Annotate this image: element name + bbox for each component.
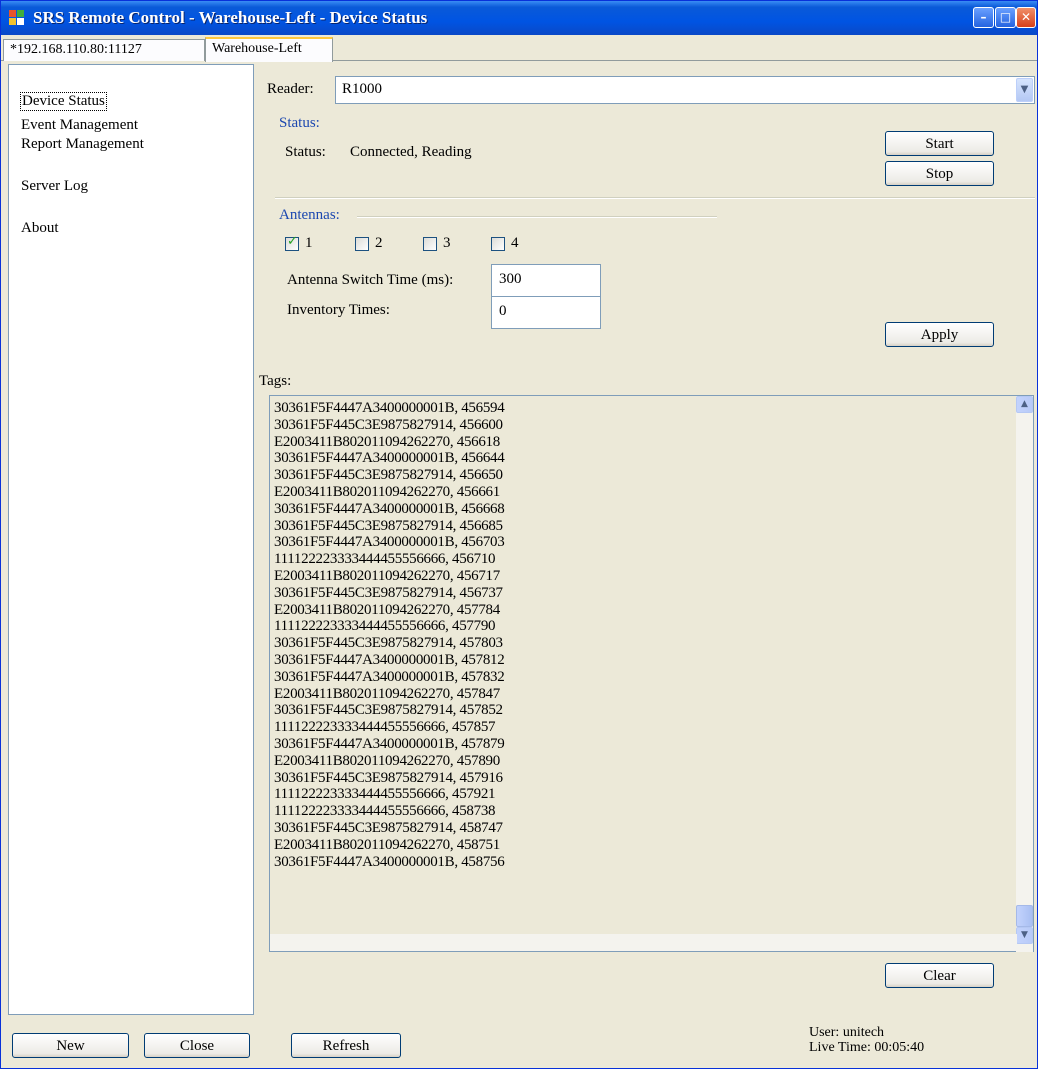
new-button[interactable]: New — [12, 1033, 129, 1058]
list-item: 30361F5F445C3E9875827914, 456600 — [274, 416, 503, 433]
antennas-section-label: Antennas: — [279, 207, 340, 223]
list-item: 111122223333444455556666, 456710 — [274, 551, 496, 568]
list-item: 30361F5F445C3E9875827914, 456685 — [274, 517, 503, 534]
session-info: User: unitech Live Time: 00:05:40 — [809, 1025, 924, 1055]
maximize-icon[interactable]: □ — [995, 7, 1016, 28]
tags-textbox[interactable]: 30361F5F4447A3400000001B, 456594 30361F5F… — [269, 395, 1034, 952]
list-item: E2003411B802011094262270, 456717 — [274, 567, 500, 584]
list-item: 30361F5F4447A3400000001B, 456644 — [274, 450, 505, 467]
start-button[interactable]: Start — [885, 131, 994, 156]
list-item: 30361F5F445C3E9875827914, 456650 — [274, 467, 503, 484]
antenna-2-label: 2 — [375, 235, 383, 251]
list-item: 30361F5F4447A3400000001B, 458756 — [274, 853, 505, 870]
close-button[interactable]: Close — [144, 1033, 250, 1058]
list-item: 111122223333444455556666, 457921 — [274, 786, 496, 803]
list-item: 30361F5F4447A3400000001B, 456594 — [274, 400, 505, 416]
list-item: 30361F5F445C3E9875827914, 457852 — [274, 702, 503, 719]
tab-strip: *192.168.110.80:11127 Warehouse-Left — [1, 35, 1037, 62]
list-item: E2003411B802011094262270, 458751 — [274, 836, 500, 853]
list-item: E2003411B802011094262270, 456618 — [274, 433, 500, 450]
apply-button[interactable]: Apply — [885, 322, 994, 347]
reader-selected-value: R1000 — [342, 81, 383, 97]
antenna-3-label: 3 — [443, 235, 451, 251]
list-item: 30361F5F4447A3400000001B, 457879 — [274, 735, 505, 752]
horizontal-scrollbar[interactable] — [270, 934, 1017, 951]
status-value: Connected, Reading — [350, 144, 472, 160]
sidebar-item-device-status[interactable]: Device Status — [20, 92, 107, 111]
scroll-thumb[interactable] — [1016, 905, 1033, 927]
sidebar-item-about[interactable]: About — [21, 220, 59, 237]
antenna-1-label: 1 — [305, 235, 313, 251]
divider — [357, 216, 717, 218]
window-title: SRS Remote Control - Warehouse-Left - De… — [33, 8, 428, 27]
divider — [275, 197, 1035, 199]
list-item: E2003411B802011094262270, 457784 — [274, 601, 500, 618]
list-item: 30361F5F4447A3400000001B, 456668 — [274, 500, 505, 517]
app-window: SRS Remote Control - Warehouse-Left - De… — [0, 0, 1038, 1069]
scroll-down-icon[interactable]: ▼ — [1016, 927, 1033, 944]
list-item: E2003411B802011094262270, 457890 — [274, 752, 500, 769]
inventory-times-value: 0 — [499, 303, 507, 319]
list-item: 30361F5F4447A3400000001B, 457832 — [274, 668, 505, 685]
list-item: 30361F5F445C3E9875827914, 458747 — [274, 819, 503, 836]
vertical-scrollbar[interactable]: ▲ ▼ — [1016, 396, 1033, 952]
status-label: Status: — [285, 144, 326, 160]
stop-button[interactable]: Stop — [885, 161, 994, 186]
tags-label: Tags: — [259, 373, 292, 389]
tab-label: *192.168.110.80:11127 — [10, 42, 142, 57]
scroll-up-icon[interactable]: ▲ — [1016, 396, 1033, 413]
list-item: E2003411B802011094262270, 456661 — [274, 483, 500, 500]
inventory-times-input[interactable]: 0 — [491, 296, 601, 329]
checkmark-icon: ✓ — [287, 234, 298, 249]
list-item: 30361F5F4447A3400000001B, 457812 — [274, 651, 505, 668]
app-icon — [9, 10, 25, 26]
refresh-button[interactable]: Refresh — [291, 1033, 401, 1058]
list-item: 111122223333444455556666, 457790 — [274, 618, 496, 635]
device-status-panel: Reader: R1000 ▼ Status: Status: Connecte… — [259, 64, 1035, 1015]
inventory-times-label: Inventory Times: — [287, 302, 390, 318]
clear-button[interactable]: Clear — [885, 963, 994, 988]
tags-list: 30361F5F4447A3400000001B, 456594 30361F5F… — [274, 400, 505, 870]
close-icon[interactable]: ✕ — [1016, 7, 1036, 28]
minimize-icon[interactable]: – — [973, 7, 994, 28]
list-item: E2003411B802011094262270, 457847 — [274, 685, 500, 702]
sidebar-nav: Device Status Event Management Report Ma… — [8, 64, 254, 1015]
antenna-switch-time-label: Antenna Switch Time (ms): — [287, 272, 454, 288]
tab-host[interactable]: *192.168.110.80:11127 — [3, 39, 205, 61]
list-item: 30361F5F445C3E9875827914, 457803 — [274, 635, 503, 652]
sidebar-item-report-management[interactable]: Report Management — [21, 136, 144, 153]
chevron-down-icon[interactable]: ▼ — [1016, 78, 1033, 102]
sidebar-item-event-management[interactable]: Event Management — [21, 117, 138, 134]
tab-warehouse-left[interactable]: Warehouse-Left — [205, 37, 333, 62]
list-item: 30361F5F445C3E9875827914, 457916 — [274, 769, 503, 786]
user-text: User: unitech — [809, 1025, 885, 1040]
list-item: 111122223333444455556666, 458738 — [274, 803, 496, 820]
reader-label: Reader: — [267, 81, 314, 97]
antenna-4-label: 4 — [511, 235, 519, 251]
list-item: 30361F5F445C3E9875827914, 456737 — [274, 584, 503, 601]
sidebar-item-server-log[interactable]: Server Log — [21, 178, 88, 195]
tab-label: Warehouse-Left — [212, 41, 302, 56]
reader-select[interactable]: R1000 ▼ — [335, 76, 1035, 104]
status-section-label: Status: — [279, 115, 320, 131]
title-bar[interactable]: SRS Remote Control - Warehouse-Left - De… — [1, 1, 1037, 35]
list-item: 111122223333444455556666, 457857 — [274, 719, 496, 736]
live-time-text: Live Time: 00:05:40 — [809, 1040, 925, 1055]
antenna-switch-time-value: 300 — [499, 271, 522, 287]
list-item: 30361F5F4447A3400000001B, 456703 — [274, 534, 505, 551]
antenna-switch-time-input[interactable]: 300 — [491, 264, 601, 297]
